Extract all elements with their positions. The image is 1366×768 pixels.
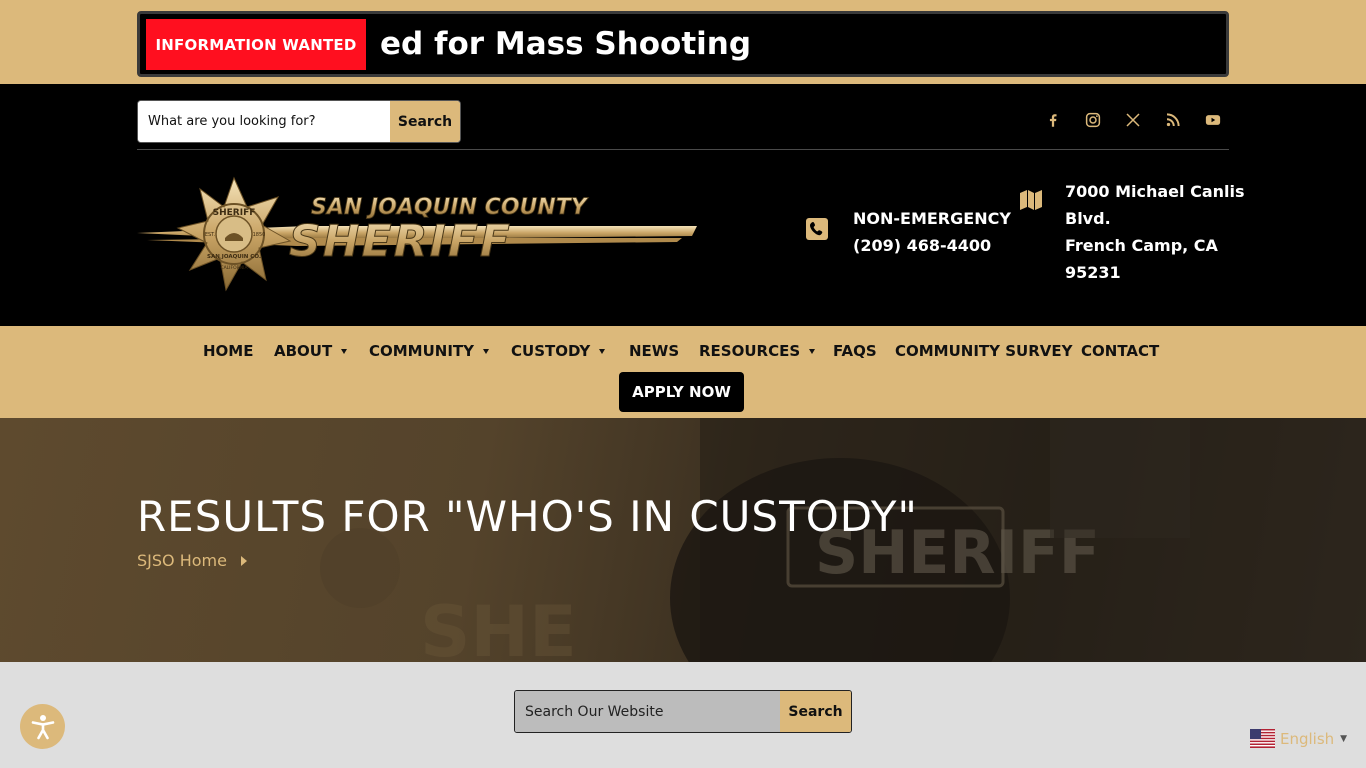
alert-ticker[interactable]: INFORMATION WANTED ed for Mass Shooting — [137, 11, 1229, 77]
map-icon — [1019, 188, 1043, 216]
header-divider — [137, 149, 1229, 150]
svg-text:CALIFORNIA: CALIFORNIA — [220, 265, 248, 271]
nav-item-about[interactable]: ABOUT — [274, 340, 348, 362]
address-line-4: 95231 — [1065, 263, 1121, 282]
svg-text:SHERIFF: SHERIFF — [213, 208, 256, 218]
nav-item-faqs[interactable]: FAQS — [833, 340, 877, 362]
address-contact: 7000 Michael Canlis Blvd. French Camp, C… — [1065, 178, 1245, 286]
address-line-3: French Camp, CA — [1065, 236, 1218, 255]
language-selector[interactable]: English ▼ — [1250, 729, 1347, 748]
phone-contact: NON-EMERGENCY (209) 468-4400 — [853, 205, 1011, 259]
breadcrumb-home-link[interactable]: SJSO Home — [137, 551, 227, 570]
chevron-down-icon — [599, 349, 606, 354]
rss-icon[interactable] — [1161, 108, 1185, 132]
nav-item-resources[interactable]: RESOURCES — [699, 340, 816, 362]
chevron-down-icon — [341, 349, 348, 354]
youtube-icon[interactable] — [1201, 108, 1225, 132]
alert-ticker-bar: INFORMATION WANTED ed for Mass Shooting — [0, 0, 1366, 84]
chevron-down-icon: ▼ — [1340, 733, 1348, 744]
sheriff-logo[interactable]: SHERIFF SAN JOAQUIN CO. CALIFORNIA EST. … — [137, 176, 697, 292]
site-search-input[interactable] — [515, 691, 780, 732]
nav-item-community[interactable]: COMMUNITY — [369, 340, 490, 362]
apply-now-button[interactable]: APPLY NOW — [619, 372, 744, 412]
breadcrumb[interactable]: SJSO Home — [137, 551, 247, 570]
us-flag-icon — [1250, 729, 1275, 748]
header-search-button[interactable]: Search — [390, 101, 460, 142]
phone-label: NON-EMERGENCY — [853, 209, 1011, 228]
svg-text:SHERIFF: SHERIFF — [289, 216, 512, 267]
nav-item-contact[interactable]: CONTACT — [1081, 340, 1159, 362]
site-search: Search — [514, 690, 852, 733]
instagram-icon[interactable] — [1081, 108, 1105, 132]
phone-number[interactable]: (209) 468-4400 — [853, 232, 1011, 259]
chevron-down-icon — [483, 349, 490, 354]
accessibility-icon[interactable] — [20, 704, 65, 749]
chevron-down-icon — [809, 349, 816, 354]
header-search-input[interactable] — [138, 101, 390, 142]
address-line-1: 7000 Michael Canlis — [1065, 182, 1245, 201]
address-line-2: Blvd. — [1065, 209, 1111, 228]
hero-banner: SHERIFF SHE RESULTS FOR "WHO'S IN CUSTOD… — [0, 418, 1366, 662]
svg-text:SHE: SHE — [420, 591, 577, 662]
main-nav: HOME ABOUT COMMUNITY CUSTODY NEWS RESOUR… — [0, 326, 1366, 418]
ticker-label: INFORMATION WANTED — [146, 19, 366, 70]
facebook-icon[interactable] — [1041, 108, 1065, 132]
site-search-button[interactable]: Search — [780, 691, 851, 732]
chevron-right-icon — [240, 555, 247, 566]
phone-icon — [806, 217, 828, 245]
nav-item-community-survey[interactable]: COMMUNITY SURVEY — [895, 340, 1073, 362]
nav-item-news[interactable]: NEWS — [629, 340, 679, 362]
language-label: English — [1280, 729, 1335, 748]
nav-item-custody[interactable]: CUSTODY — [511, 340, 606, 362]
ticker-headline[interactable]: ed for Mass Shooting — [380, 21, 751, 67]
x-icon[interactable] — [1121, 108, 1145, 132]
svg-text:SAN JOAQUIN CO.: SAN JOAQUIN CO. — [207, 254, 261, 260]
svg-text:EST.: EST. — [205, 232, 216, 238]
nav-item-home[interactable]: HOME — [203, 340, 253, 362]
header-search: Search — [137, 100, 461, 143]
page-title: RESULTS FOR "WHO'S IN CUSTODY" — [137, 492, 918, 541]
site-header: Search — [0, 84, 1366, 326]
svg-text:1850: 1850 — [253, 232, 266, 238]
